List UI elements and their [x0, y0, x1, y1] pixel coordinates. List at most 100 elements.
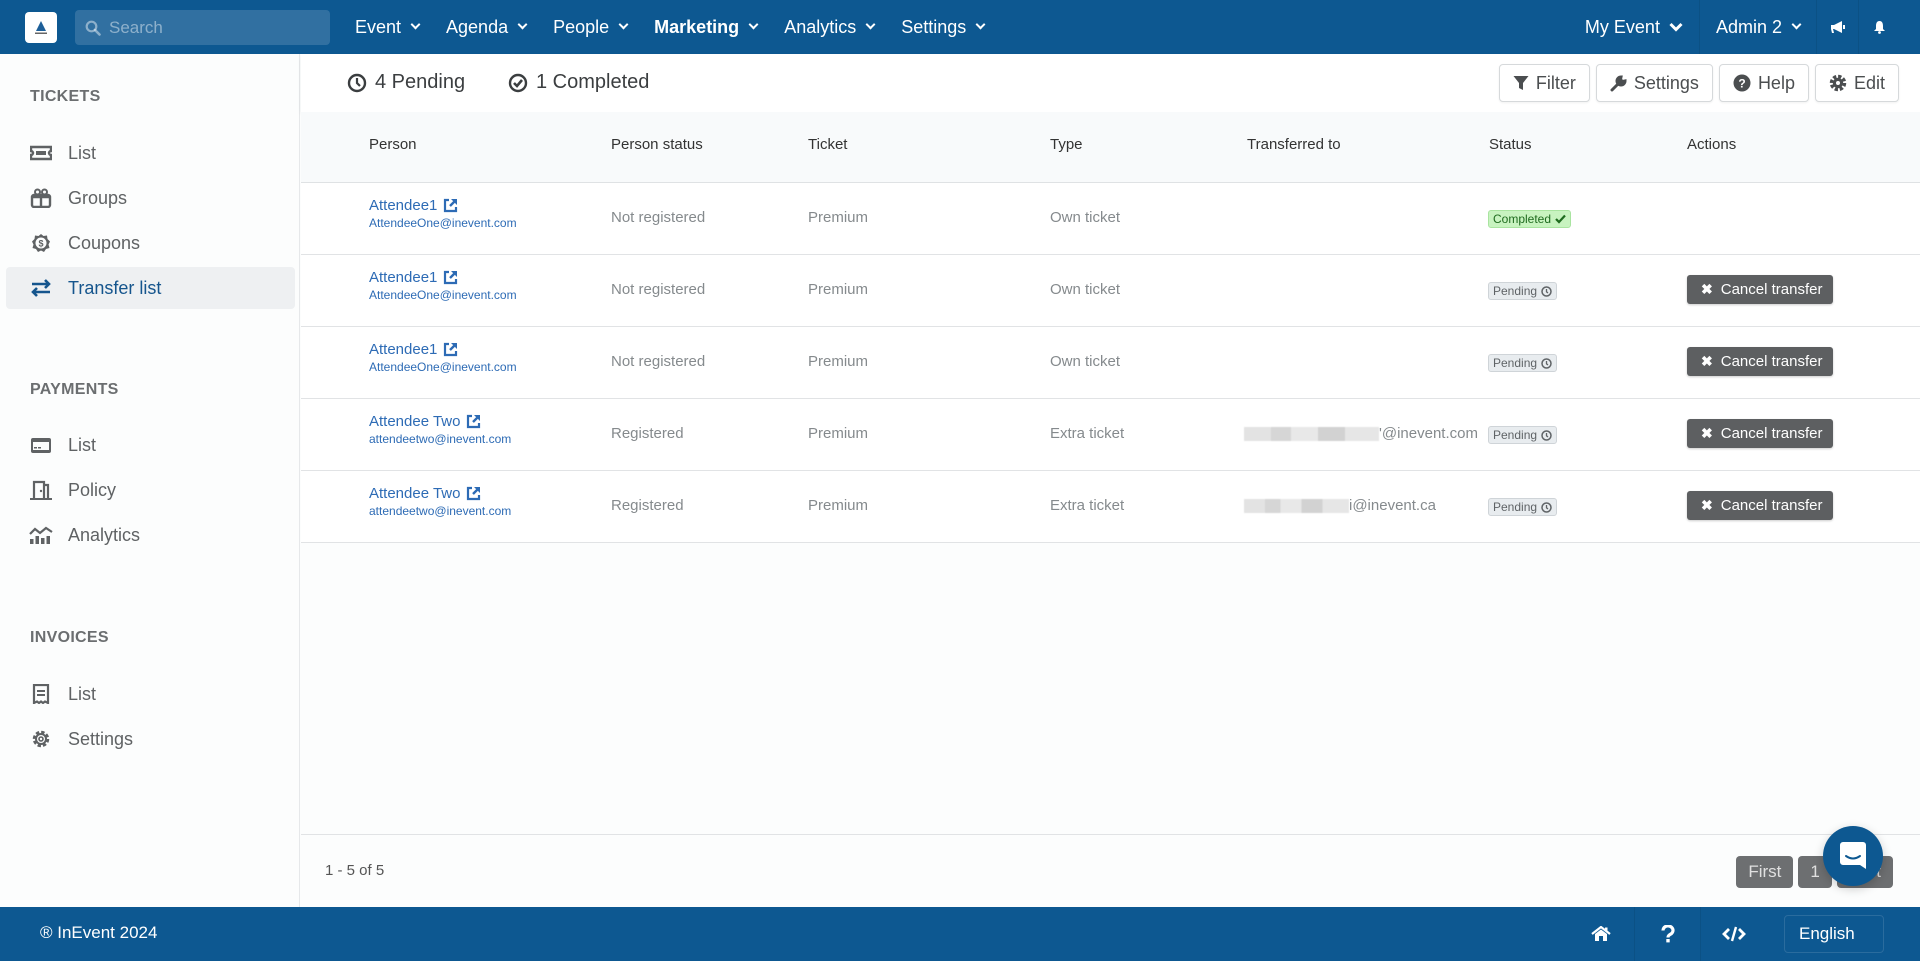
- cancel-transfer-button[interactable]: ✖ Cancel transfer: [1687, 419, 1834, 448]
- sidebar-item-label: Analytics: [68, 524, 141, 545]
- sidebar-item-label: Coupons: [68, 232, 141, 253]
- redacted-text: [1244, 427, 1379, 442]
- top-navbar: Event Agenda People Marketing Analytics …: [0, 0, 1920, 54]
- sidebar-item-label: Groups: [68, 187, 128, 208]
- person-status: Registered: [611, 425, 684, 442]
- person-status: Not registered: [611, 281, 706, 298]
- settings-button-label: Settings: [1633, 72, 1699, 93]
- person-name-link[interactable]: Attendee Two: [369, 413, 511, 430]
- person-email[interactable]: attendeetwo@inevent.com: [369, 432, 511, 446]
- search-box[interactable]: [75, 10, 330, 45]
- sidebar-item-payments-list[interactable]: List: [6, 424, 295, 466]
- cancel-transfer-button[interactable]: ✖ Cancel transfer: [1687, 347, 1834, 376]
- cancel-transfer-label: Cancel transfer: [1720, 425, 1823, 442]
- transfer-arrows-icon: [29, 278, 53, 298]
- table-header: Person Person status Ticket Type Transfe…: [301, 112, 1920, 183]
- help-button-label: Help: [1757, 72, 1795, 93]
- settings-button[interactable]: Settings: [1595, 64, 1713, 102]
- transferred-to: '@inevent.com: [1244, 425, 1478, 442]
- check-circle-icon: [508, 73, 528, 92]
- status-badge: Pending: [1488, 498, 1558, 516]
- status-label: Pending: [1493, 284, 1538, 298]
- pending-count[interactable]: 4 Pending: [347, 71, 465, 94]
- external-link-icon[interactable]: [466, 486, 481, 501]
- close-icon: ✖: [1701, 353, 1713, 369]
- person-email[interactable]: AttendeeOne@inevent.com: [369, 360, 517, 374]
- pagination-first[interactable]: First: [1736, 856, 1794, 888]
- event-selector-label: My Event: [1584, 16, 1660, 37]
- close-icon: ✖: [1701, 425, 1713, 441]
- event-selector[interactable]: My Event: [1569, 0, 1699, 54]
- search-input[interactable]: [109, 17, 309, 38]
- sidebar-item-label: List: [68, 434, 97, 455]
- user-menu[interactable]: Admin 2: [1698, 0, 1816, 54]
- clock-icon: [1541, 501, 1552, 513]
- external-link-icon[interactable]: [443, 342, 458, 357]
- col-ticket[interactable]: Ticket: [808, 136, 847, 153]
- ticket-name: Premium: [808, 497, 869, 514]
- person-name-link[interactable]: Attendee1: [369, 197, 517, 214]
- check-icon: [1555, 214, 1566, 224]
- gear-icon: [29, 729, 53, 749]
- nav-settings[interactable]: Settings: [901, 17, 986, 38]
- chevron-down-icon: [748, 19, 759, 30]
- completed-count[interactable]: 1 Completed: [508, 71, 649, 94]
- nav-event-label: Event: [355, 16, 402, 37]
- person-name-link[interactable]: Attendee1: [369, 269, 517, 286]
- nav-people[interactable]: People: [553, 17, 629, 38]
- clock-icon: [1541, 429, 1552, 441]
- person-email[interactable]: attendeetwo@inevent.com: [369, 504, 511, 518]
- nav-event[interactable]: Event: [355, 16, 421, 38]
- person-name-link[interactable]: Attendee1: [369, 341, 517, 358]
- status-badge: Pending: [1488, 354, 1558, 372]
- external-link-icon[interactable]: [443, 270, 458, 285]
- sidebar-item-coupons[interactable]: $ Coupons: [6, 222, 295, 264]
- chart-analytics-icon: [29, 525, 53, 545]
- sidebar-item-invoices-list[interactable]: List: [6, 673, 295, 715]
- col-transferred-to[interactable]: Transferred to: [1247, 136, 1341, 153]
- language-selector[interactable]: English: [1784, 915, 1884, 953]
- completed-count-label: 1 Completed: [536, 71, 650, 93]
- external-link-icon[interactable]: [443, 198, 458, 213]
- nav-marketing[interactable]: Marketing: [654, 17, 759, 38]
- help-footer-button[interactable]: [1634, 907, 1700, 961]
- sidebar-item-groups[interactable]: Groups: [6, 177, 295, 219]
- close-icon: ✖: [1701, 281, 1713, 297]
- external-link-icon[interactable]: [466, 414, 481, 429]
- help-button[interactable]: ? Help: [1718, 64, 1809, 102]
- edit-button[interactable]: Edit: [1814, 64, 1899, 102]
- sidebar-item-policy[interactable]: Policy: [6, 469, 295, 511]
- ticket-type: Own ticket: [1050, 353, 1121, 370]
- sidebar-item-payments-analytics[interactable]: Analytics: [6, 514, 295, 556]
- nav-agenda[interactable]: Agenda: [446, 17, 528, 38]
- person-email[interactable]: AttendeeOne@inevent.com: [369, 216, 517, 230]
- home-button[interactable]: [1568, 907, 1634, 961]
- clock-icon: [1541, 357, 1552, 369]
- col-type[interactable]: Type: [1050, 136, 1083, 153]
- clock-icon: [1541, 285, 1552, 297]
- cancel-transfer-button[interactable]: ✖ Cancel transfer: [1687, 275, 1834, 304]
- wrench-icon: [1610, 74, 1627, 91]
- pending-count-label: 4 Pending: [375, 71, 466, 93]
- filter-button[interactable]: Filter: [1498, 64, 1590, 102]
- transfer-table: Person Person status Ticket Type Transfe…: [301, 112, 1920, 543]
- sidebar-item-invoices-settings[interactable]: Settings: [6, 718, 295, 760]
- col-status[interactable]: Status: [1489, 136, 1532, 153]
- nav-analytics[interactable]: Analytics: [784, 17, 876, 38]
- ticket-name: Premium: [808, 353, 869, 370]
- sidebar-item-label: Transfer list: [68, 277, 162, 298]
- cancel-transfer-label: Cancel transfer: [1720, 353, 1823, 370]
- notifications-button[interactable]: [1858, 0, 1900, 54]
- person-name-link[interactable]: Attendee Two: [369, 485, 511, 502]
- col-person-status[interactable]: Person status: [611, 136, 703, 153]
- inevent-logo[interactable]: [25, 12, 57, 43]
- person-email[interactable]: AttendeeOne@inevent.com: [369, 288, 517, 302]
- sidebar-item-transfer-list[interactable]: Transfer list: [6, 267, 295, 309]
- chat-support-button[interactable]: [1823, 826, 1883, 886]
- col-person[interactable]: Person: [369, 136, 417, 153]
- sidebar-item-tickets-list[interactable]: List: [6, 132, 295, 174]
- code-icon: [1721, 926, 1746, 942]
- embed-code-button[interactable]: [1700, 907, 1766, 961]
- cancel-transfer-button[interactable]: ✖ Cancel transfer: [1687, 491, 1834, 520]
- announcements-button[interactable]: [1816, 0, 1858, 54]
